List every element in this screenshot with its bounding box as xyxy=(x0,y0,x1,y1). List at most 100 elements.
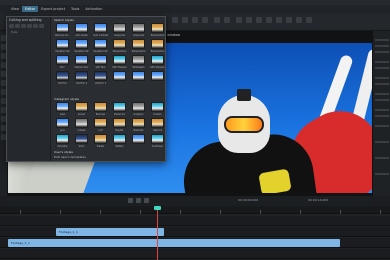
style-thumbnail[interactable]: Equalize hist xyxy=(54,39,71,55)
tool-icon[interactable] xyxy=(39,24,44,28)
style-thumbnail[interactable]: Mayfair xyxy=(111,118,128,134)
play-button[interactable] xyxy=(136,198,141,203)
style-thumbnail[interactable]: Toaster xyxy=(92,134,109,150)
style-thumbnail[interactable]: Valencia xyxy=(149,118,166,134)
menu-item-view[interactable]: View xyxy=(8,6,22,12)
text-button[interactable] xyxy=(246,17,252,23)
playhead-handle[interactable] xyxy=(154,206,161,210)
property-row[interactable] xyxy=(375,109,389,111)
style-thumbnail[interactable]: Whitewash xyxy=(130,55,147,71)
tool-icon[interactable] xyxy=(9,24,14,28)
style-thumbnail[interactable]: Brannan xyxy=(92,102,109,118)
style-thumbnail[interactable]: Lofi xyxy=(92,118,109,134)
property-row[interactable] xyxy=(375,77,389,79)
style-thumbnail[interactable]: GPU Sharpen xyxy=(149,55,166,71)
style-thumbnail[interactable]: Temperature xyxy=(149,23,166,39)
redo-button[interactable] xyxy=(224,17,230,23)
style-preview-image xyxy=(94,55,107,65)
style-thumbnail[interactable]: Old Film 2 xyxy=(73,71,90,87)
property-row[interactable] xyxy=(375,45,389,47)
style-thumbnail[interactable]: Temperature xyxy=(111,39,128,55)
style-thumbnail[interactable]: Equalize hist xyxy=(73,39,90,55)
add-button[interactable] xyxy=(236,17,242,23)
style-thumbnail[interactable]: Auto contrast xyxy=(92,23,109,39)
style-thumbnail[interactable]: Juno xyxy=(54,118,71,134)
style-caption: Auto levels xyxy=(75,34,88,37)
zoom-button[interactable] xyxy=(276,17,282,23)
style-thumbnail[interactable]: Aden xyxy=(54,102,71,118)
style-thumbnail[interactable]: Hudson xyxy=(149,102,166,118)
style-thumbnail[interactable]: Grayscale xyxy=(111,23,128,39)
menu-item-tools[interactable]: Tools xyxy=(68,6,82,12)
menu-item-export-project[interactable]: Export project xyxy=(38,6,68,12)
style-thumbnail[interactable]: Walden xyxy=(111,134,128,150)
style-thumbnail[interactable] xyxy=(130,134,147,150)
step-forward-button[interactable] xyxy=(144,198,149,203)
property-row[interactable] xyxy=(375,115,389,117)
style-preview-image xyxy=(75,55,88,65)
style-preview-image xyxy=(113,102,126,112)
timeline-ruler[interactable] xyxy=(0,206,390,214)
tool-icon[interactable] xyxy=(33,24,38,28)
style-thumbnail[interactable]: Blur xyxy=(54,55,71,71)
style-thumbnail[interactable]: Gingham xyxy=(130,102,147,118)
tool-icon[interactable] xyxy=(15,24,20,28)
style-thumbnail[interactable]: Clarendon xyxy=(111,102,128,118)
speed-button[interactable] xyxy=(296,17,302,23)
style-thumbnail[interactable]: Nashville xyxy=(130,118,147,134)
menu-item-editor[interactable]: Editor xyxy=(22,6,39,12)
property-row[interactable] xyxy=(375,61,389,63)
style-thumbnail[interactable]: Grayscale xyxy=(130,23,147,39)
tool-icon[interactable] xyxy=(27,24,32,28)
paste-button[interactable] xyxy=(192,17,198,23)
style-thumbnail[interactable]: GPU Blur xyxy=(92,55,109,71)
timeline-clip[interactable]: Footage_1_1 xyxy=(56,228,164,236)
style-thumbnail[interactable]: Temperature xyxy=(149,39,166,55)
style-thumbnail[interactable]: Remove wh... xyxy=(54,23,71,39)
style-thumbnail[interactable]: Amaro xyxy=(73,102,90,118)
style-thumbnail[interactable]: GPU Sharpen xyxy=(111,55,128,71)
property-row[interactable] xyxy=(375,51,389,53)
crop-button[interactable] xyxy=(266,17,272,23)
property-row[interactable] xyxy=(375,99,389,101)
undo-button[interactable] xyxy=(214,17,220,23)
ruler-tick xyxy=(20,210,21,214)
filter-button[interactable] xyxy=(256,17,262,23)
style-thumbnail[interactable] xyxy=(149,71,166,87)
property-row[interactable] xyxy=(375,67,389,69)
style-thumbnail[interactable]: Old Film 3 xyxy=(92,71,109,87)
style-thumbnail[interactable]: Old Film xyxy=(54,71,71,87)
property-row[interactable] xyxy=(375,39,389,41)
menu-item-activation[interactable]: Activation xyxy=(82,6,105,12)
timeline-clip[interactable]: Footage_1_1 xyxy=(8,239,340,247)
tool-icon[interactable] xyxy=(21,24,26,28)
playhead[interactable] xyxy=(157,206,158,260)
style-thumbnail[interactable]: Equalize hist xyxy=(92,39,109,55)
copy-button[interactable] xyxy=(182,17,188,23)
property-row[interactable] xyxy=(375,83,389,85)
style-thumbnail[interactable]: Inkwell xyxy=(73,118,90,134)
style-thumbnail[interactable]: Perpetua xyxy=(54,134,71,150)
style-thumbnail[interactable]: Temperature xyxy=(130,39,147,55)
edit-templates-link[interactable]: Edit user's templates xyxy=(54,155,86,159)
property-row[interactable] xyxy=(375,157,389,159)
style-thumbnail[interactable] xyxy=(111,71,128,87)
property-row[interactable] xyxy=(375,125,389,127)
style-thumbnail[interactable] xyxy=(130,71,147,87)
timeline-track xyxy=(0,249,390,259)
property-row[interactable] xyxy=(375,93,389,95)
jacket-logo xyxy=(258,168,292,193)
style-thumbnail[interactable]: Medium blur xyxy=(73,55,90,71)
ruler-tick xyxy=(260,210,261,214)
property-row[interactable] xyxy=(375,173,389,175)
color-button[interactable] xyxy=(286,17,292,23)
delete-button[interactable] xyxy=(202,17,208,23)
cut-button[interactable] xyxy=(172,17,178,23)
style-thumbnail[interactable]: Sutro xyxy=(73,134,90,150)
mask-button[interactable] xyxy=(306,17,312,23)
stop-button[interactable] xyxy=(128,198,133,203)
style-thumbnail[interactable]: Auto levels xyxy=(73,23,90,39)
style-caption: GPU Sharpen xyxy=(112,66,127,69)
property-row[interactable] xyxy=(375,141,389,143)
style-thumbnail[interactable]: Sunflower xyxy=(149,134,166,150)
